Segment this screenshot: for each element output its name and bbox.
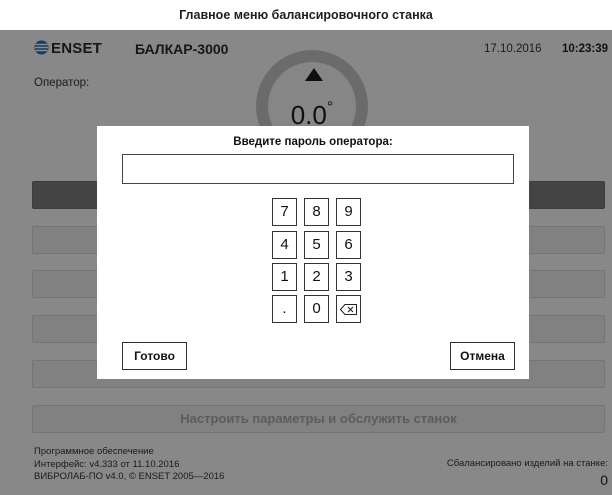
key-5[interactable]: 5 — [304, 231, 329, 259]
password-dialog: Введите пароль оператора: 7 8 9 4 5 6 1 … — [97, 126, 529, 379]
window-title: Главное меню балансировочного станка — [0, 0, 612, 30]
key-8[interactable]: 8 — [304, 198, 329, 226]
cancel-button[interactable]: Отмена — [450, 342, 515, 370]
key-6[interactable]: 6 — [336, 231, 361, 259]
key-1[interactable]: 1 — [272, 263, 297, 291]
key-4[interactable]: 4 — [272, 231, 297, 259]
password-input[interactable] — [122, 154, 514, 184]
key-7[interactable]: 7 — [272, 198, 297, 226]
key-2[interactable]: 2 — [304, 263, 329, 291]
backspace-key[interactable] — [336, 295, 361, 323]
main-window: Главное меню балансировочного станка ENS… — [0, 0, 612, 495]
ok-button[interactable]: Готово — [122, 342, 187, 370]
key-0[interactable]: 0 — [304, 295, 329, 323]
key-9[interactable]: 9 — [336, 198, 361, 226]
backspace-icon — [340, 304, 357, 315]
key-3[interactable]: 3 — [336, 263, 361, 291]
dialog-title: Введите пароль оператора: — [233, 136, 393, 148]
key-dot[interactable]: . — [272, 295, 297, 323]
